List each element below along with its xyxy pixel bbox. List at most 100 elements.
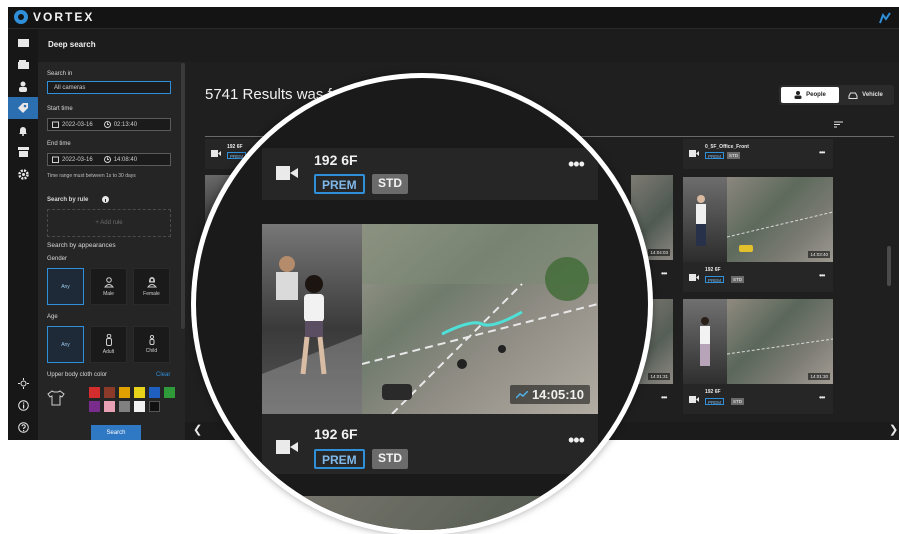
child-icon	[149, 335, 154, 345]
result-card[interactable]: 14:03:40 192 6F PREM STD •••	[683, 177, 833, 292]
camera-select-value: All cameras	[54, 84, 86, 91]
end-time-field[interactable]: 2022-03-16 14:08:40	[47, 153, 171, 166]
std-badge: STD	[731, 276, 744, 283]
camera-name: 192 6F	[314, 426, 358, 442]
rail-people[interactable]	[8, 75, 38, 97]
color-swatch[interactable]	[164, 387, 175, 398]
zoomed-result-card-featured[interactable]: 14:05:10 192 6F PREM STD •••	[262, 224, 598, 474]
start-date: 2022-03-16	[62, 121, 93, 128]
prev-page-arrow[interactable]: ❮	[193, 423, 202, 436]
camera-icon	[276, 440, 298, 454]
gender-any-option[interactable]: Any	[47, 268, 84, 305]
rail-deep-search[interactable]	[8, 97, 38, 119]
person-crop	[683, 299, 727, 384]
camera-select[interactable]: All cameras	[47, 81, 171, 94]
age-adult-option[interactable]: Adult	[90, 326, 127, 363]
age-any-option[interactable]: Any	[47, 326, 84, 363]
calendar-icon	[52, 121, 59, 128]
sun-icon	[17, 377, 29, 389]
rail-archive[interactable]	[8, 141, 38, 163]
folder-icon	[17, 38, 29, 47]
start-time-field[interactable]: 2022-03-16 02:13:40	[47, 118, 171, 131]
person-figure	[700, 317, 710, 366]
age-adult-label: Adult	[102, 349, 115, 355]
zoomed-next-card[interactable]	[262, 496, 598, 530]
info-icon[interactable]	[102, 196, 109, 203]
std-badge: STD	[727, 152, 740, 159]
age-child-label: Child	[145, 348, 158, 354]
vehicle-toggle-label: Vehicle	[862, 92, 883, 98]
gender-female-option[interactable]: Female	[133, 268, 170, 305]
sort-icon[interactable]	[834, 121, 843, 128]
panel-title: Deep search	[48, 40, 96, 49]
search-in-label: Search in	[47, 71, 73, 77]
age-child-option[interactable]: Child	[133, 326, 170, 363]
results-header	[185, 29, 899, 62]
help-icon	[17, 421, 29, 433]
camera-icon	[276, 166, 298, 180]
rail-alarms[interactable]	[8, 119, 38, 141]
timestamp-badge: 14:05:10	[509, 385, 590, 404]
std-badge: STD	[731, 398, 744, 405]
camera-icon	[689, 274, 699, 281]
result-card[interactable]: 0_5F_Office_Front PREM STD •••	[683, 139, 833, 169]
gender-label: Gender	[47, 256, 68, 262]
rail-help[interactable]	[8, 416, 38, 438]
color-swatch[interactable]	[104, 387, 115, 398]
end-time-label: End time	[47, 141, 71, 147]
rail-settings[interactable]	[8, 163, 38, 185]
color-swatch[interactable]	[134, 387, 145, 398]
person-icon	[794, 91, 802, 99]
color-swatch[interactable]	[119, 401, 130, 412]
deep-search-panel: Deep search Search in All cameras Start …	[38, 29, 185, 440]
more-options-icon[interactable]: •••	[661, 393, 667, 402]
color-swatch[interactable]	[119, 387, 130, 398]
rail-files[interactable]	[8, 31, 38, 53]
color-swatch[interactable]	[89, 401, 100, 412]
color-swatch[interactable]	[89, 387, 100, 398]
more-options-icon[interactable]: •••	[568, 430, 585, 451]
clear-colors-link[interactable]: Clear	[156, 372, 170, 378]
people-vehicle-toggle: People Vehicle	[779, 85, 894, 105]
prem-badge: PREM	[705, 276, 725, 283]
rail-brightness[interactable]	[8, 372, 38, 394]
results-scrollbar[interactable]	[887, 246, 891, 286]
nav-rail	[8, 29, 38, 440]
more-options-icon[interactable]: •••	[661, 269, 667, 278]
rail-recordings[interactable]	[8, 53, 38, 75]
vortex-logo-icon	[14, 10, 28, 24]
street-scene	[727, 211, 833, 252]
zoomed-result-card[interactable]: 192 6F PREM STD •••	[262, 148, 598, 200]
add-rule-button[interactable]: + Add rule	[47, 209, 171, 237]
signal-icon[interactable]	[877, 10, 893, 26]
start-clock: 02:13:40	[113, 121, 138, 128]
more-options-icon[interactable]: •••	[819, 271, 825, 280]
color-swatch[interactable]	[104, 401, 115, 412]
calendar-icon	[52, 156, 59, 163]
people-toggle-label: People	[806, 92, 826, 98]
people-toggle[interactable]: People	[781, 87, 839, 103]
vehicle-toggle[interactable]: Vehicle	[839, 87, 892, 103]
rail-info[interactable]	[8, 394, 38, 416]
color-swatch[interactable]	[134, 401, 145, 412]
search-button[interactable]: Search	[91, 425, 141, 440]
gender-male-option[interactable]: Male	[90, 268, 127, 305]
person-crop	[683, 177, 727, 262]
info-icon	[17, 399, 29, 411]
start-time-label: Start time	[47, 106, 73, 112]
camera-name: 0_5F_Office_Front	[705, 144, 749, 150]
more-options-icon[interactable]: •••	[819, 148, 825, 157]
color-swatch[interactable]	[149, 401, 160, 412]
timestamp: 14:03:40	[808, 251, 830, 258]
top-bar: VORTEX	[8, 7, 899, 29]
next-page-arrow[interactable]: ❯	[889, 423, 898, 436]
camera-name: 192 6F	[227, 144, 243, 150]
age-any-label: Any	[61, 341, 70, 348]
color-swatch[interactable]	[149, 387, 160, 398]
more-options-icon[interactable]: •••	[568, 154, 585, 175]
scene-thumbnail: 14:01:30	[727, 299, 833, 384]
tag-search-icon	[18, 103, 28, 113]
bell-icon	[19, 126, 27, 136]
more-options-icon[interactable]: •••	[819, 393, 825, 402]
result-card[interactable]: 14:01:30 192 6F PREM STD •••	[683, 299, 833, 414]
